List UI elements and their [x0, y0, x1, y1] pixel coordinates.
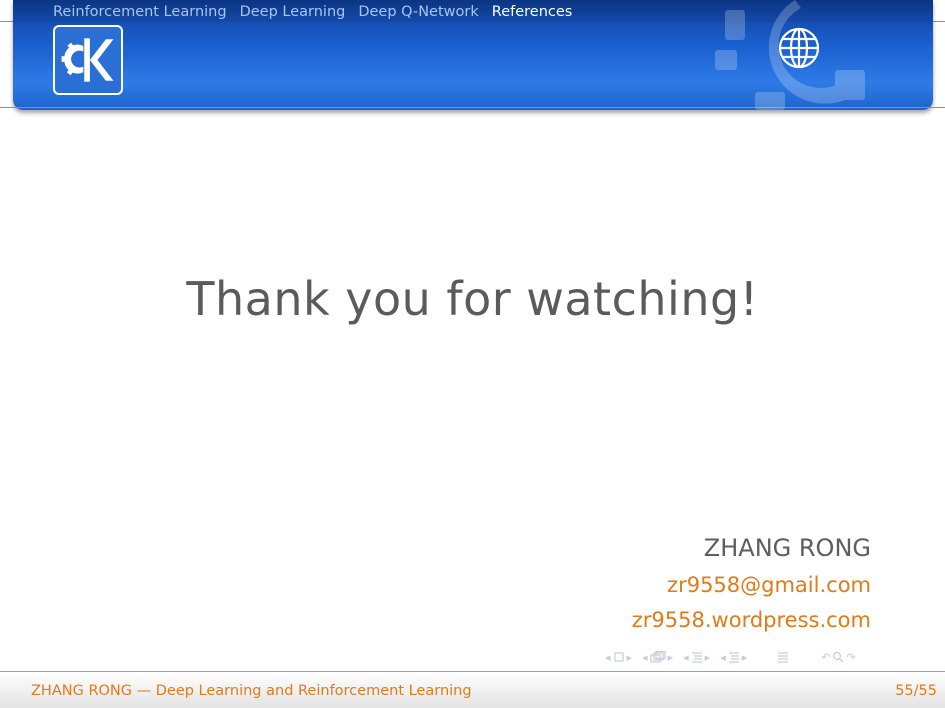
prev-frame-arrow-icon[interactable]: ◂	[605, 651, 611, 664]
section-navigation: Reinforcement Learning Deep Learning Dee…	[53, 2, 572, 22]
next-section-arrow-icon[interactable]: ▸	[705, 651, 711, 664]
prev-subsection-arrow-icon[interactable]: ◂	[720, 651, 726, 664]
prev-section-arrow-icon[interactable]: ◂	[683, 651, 689, 664]
footer-author-title: ZHANG RONG — Deep Learning and Reinforce…	[31, 683, 472, 699]
prev-slide-arrow-icon[interactable]: ◂	[642, 651, 648, 664]
author-website[interactable]: zr9558.wordpress.com	[632, 608, 871, 632]
beamer-navigation-symbols: ◂ ▸ ◂ ▸ ◂ ▸ ◂ ▸ ↶ ↷	[605, 648, 862, 666]
forward-arrow-icon[interactable]: ↷	[846, 651, 855, 664]
nav-item-deep-q-network[interactable]: Deep Q-Network	[358, 2, 478, 22]
search-icon[interactable]	[832, 651, 844, 663]
subsection-nav-group: ◂ ▸	[642, 651, 673, 664]
slide-title: Thank you for watching!	[186, 272, 759, 326]
globe-icon	[778, 27, 820, 69]
subsection-list-icon[interactable]	[728, 651, 740, 663]
next-slide-arrow-icon[interactable]: ▸	[668, 651, 674, 664]
document-list-icon[interactable]	[777, 651, 789, 663]
nav-item-deep-learning[interactable]: Deep Learning	[240, 2, 346, 22]
section-list-icon[interactable]	[691, 651, 703, 663]
kde-gear-icon	[61, 38, 114, 82]
section-nav-group: ◂ ▸	[683, 651, 710, 664]
kde-logo	[53, 25, 123, 95]
subsubsection-nav-group: ◂ ▸	[720, 651, 747, 664]
slide-footer: ZHANG RONG — Deep Learning and Reinforce…	[0, 671, 945, 708]
slide-header: Reinforcement Learning Deep Learning Dee…	[13, 0, 933, 110]
nav-item-references[interactable]: References	[492, 2, 573, 22]
slides-stack-icon[interactable]	[649, 651, 666, 663]
nav-item-reinforcement-learning[interactable]: Reinforcement Learning	[53, 2, 227, 22]
author-email[interactable]: zr9558@gmail.com	[667, 573, 871, 597]
frame-icon[interactable]	[613, 652, 625, 662]
back-arrow-icon[interactable]: ↶	[821, 651, 830, 664]
next-frame-arrow-icon[interactable]: ▸	[627, 651, 633, 664]
page-counter: 55/55	[895, 683, 937, 699]
search-nav-group: ↶ ↷	[821, 651, 855, 664]
frame-nav-group: ◂ ▸	[605, 651, 632, 664]
author-name: ZHANG RONG	[703, 534, 871, 562]
document-nav-group	[777, 651, 789, 663]
next-subsection-arrow-icon[interactable]: ▸	[742, 651, 748, 664]
